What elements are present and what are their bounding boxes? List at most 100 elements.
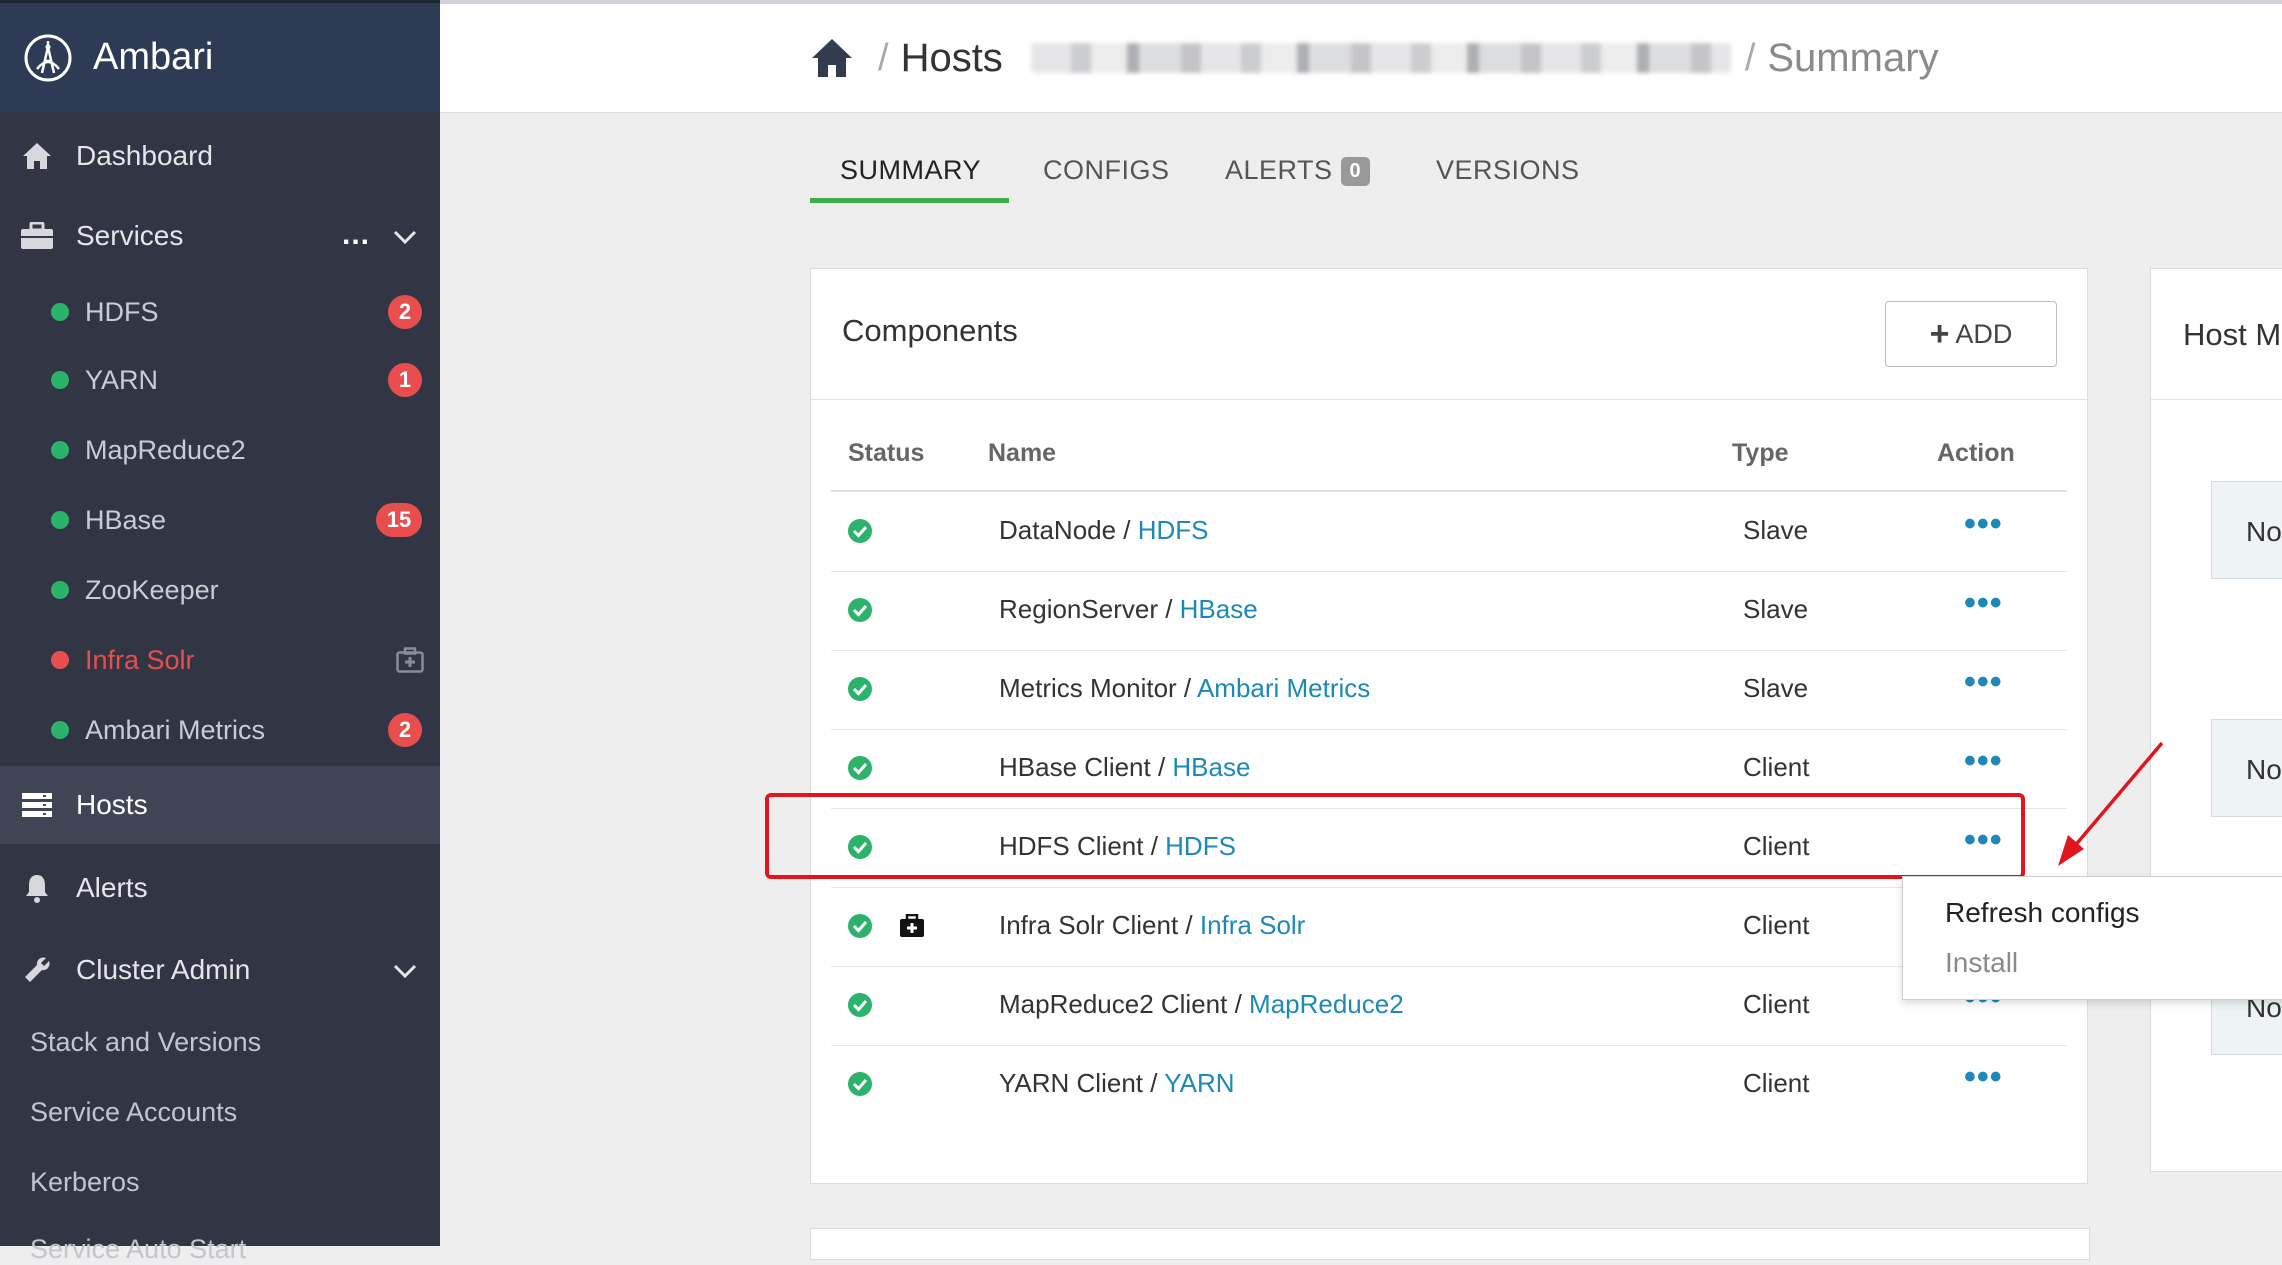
sidebar-item-label: Services <box>76 220 184 251</box>
component-type: Client <box>1743 989 1810 1019</box>
sidebar-item-stack-versions[interactable]: Stack and Versions <box>30 1027 261 1058</box>
chevron-down-icon[interactable] <box>392 958 418 984</box>
alert-badge[interactable]: 15 <box>376 503 422 537</box>
action-menu-icon[interactable]: ••• <box>1964 504 2003 544</box>
sidebar-item-label: Dashboard <box>76 140 213 171</box>
menu-item-install[interactable]: Install <box>1945 947 2018 979</box>
breadcrumb-hosts[interactable]: Hosts <box>901 36 1003 81</box>
action-menu-icon[interactable]: ••• <box>1964 1057 2003 1097</box>
sidebar-service-infra-solr[interactable]: Infra Solr <box>0 636 440 684</box>
component-type: Client <box>1743 910 1810 940</box>
tab-label: ALERTS <box>1225 155 1333 185</box>
tab-versions[interactable]: VERSIONS <box>1436 155 1580 186</box>
component-type: Slave <box>1743 515 1809 545</box>
component-name: MapReduce2 Client / MapReduce2 <box>999 989 1404 1019</box>
component-name: DataNode / HDFS <box>999 515 1209 545</box>
menu-item-refresh-configs[interactable]: Refresh configs <box>1945 897 2140 929</box>
sidebar-item-service-auto-start[interactable]: Service Auto Start <box>30 1234 246 1265</box>
breadcrumb-hostname-redacted[interactable] <box>1030 43 1731 73</box>
column-header-action: Action <box>1937 439 2015 467</box>
sidebar-service-mapreduce2[interactable]: MapReduce2 <box>0 426 440 474</box>
status-dot <box>51 371 69 389</box>
service-link[interactable]: MapReduce2 <box>1249 989 1404 1019</box>
service-label: YARN <box>85 364 159 395</box>
plus-icon: + <box>1929 315 1950 353</box>
sidebar-service-ambari-metrics[interactable]: Ambari Metrics 2 <box>0 706 440 754</box>
action-menu-icon[interactable]: ••• <box>1964 583 2003 623</box>
table-row: YARN Client / YARN Client ••• <box>831 1045 2067 1124</box>
component-name: Infra Solr Client / Infra Solr <box>999 910 1306 940</box>
tab-configs[interactable]: CONFIGS <box>1043 155 1170 186</box>
check-circle-icon <box>848 756 872 780</box>
service-label: MapReduce2 <box>85 434 246 465</box>
ambari-logo-icon <box>24 34 72 81</box>
maintenance-icon <box>396 647 424 673</box>
component-name: Metrics Monitor / Ambari Metrics <box>999 673 1371 703</box>
service-label: Infra Solr <box>85 644 195 675</box>
breadcrumb-separator: / <box>1744 36 1756 79</box>
active-tab-indicator <box>810 198 1009 203</box>
breadcrumb-current: Summary <box>1767 35 1939 80</box>
action-dropdown-menu: Refresh configs Install <box>1902 876 2282 1000</box>
service-link[interactable]: HBase <box>1180 594 1258 624</box>
page-header: / Hosts / Summary <box>440 4 2282 113</box>
sidebar-item-kerberos[interactable]: Kerberos <box>30 1167 140 1198</box>
next-panel <box>810 1228 2090 1260</box>
home-icon[interactable] <box>810 37 854 79</box>
table-row: RegionServer / HBase Slave ••• <box>831 571 2067 651</box>
service-link[interactable]: Ambari Metrics <box>1197 673 1370 703</box>
action-menu-icon[interactable]: ••• <box>1964 741 2003 781</box>
brand[interactable]: Ambari <box>0 0 440 112</box>
breadcrumb-separator: / <box>878 36 889 79</box>
panel-header-divider <box>2151 399 2282 400</box>
sidebar-item-service-accounts[interactable]: Service Accounts <box>30 1097 237 1128</box>
panel-title: Host M <box>2183 317 2282 352</box>
table-row: Infra Solr Client / Infra Solr Client <box>831 887 2067 967</box>
sidebar-item-cluster-admin[interactable]: Cluster Admin <box>0 942 440 998</box>
status-dot <box>51 651 69 669</box>
sidebar-service-zookeeper[interactable]: ZooKeeper <box>0 566 440 614</box>
service-link[interactable]: YARN <box>1164 1068 1234 1098</box>
sidebar-service-yarn[interactable]: YARN 1 <box>0 356 440 404</box>
service-label: HDFS <box>85 296 159 327</box>
service-label: ZooKeeper <box>85 574 219 605</box>
sidebar-item-hosts[interactable]: Hosts <box>0 766 440 844</box>
service-link[interactable]: HBase <box>1172 752 1250 782</box>
tab-alerts[interactable]: ALERTS 0 <box>1225 155 1371 186</box>
chevron-down-icon[interactable] <box>392 224 418 250</box>
add-component-button[interactable]: + ADD <box>1885 301 2057 367</box>
sidebar-item-label: Hosts <box>76 789 148 820</box>
sidebar: Ambari Dashboard Services ... HDFS 2 YAR… <box>0 0 440 1264</box>
add-label: ADD <box>1955 318 2013 349</box>
home-icon <box>20 139 54 173</box>
status-dot <box>51 511 69 529</box>
maintenance-icon <box>900 914 924 937</box>
server-icon <box>20 788 54 822</box>
sidebar-item-label: Cluster Admin <box>76 954 251 985</box>
sidebar-item-dashboard[interactable]: Dashboard <box>0 128 440 184</box>
status-dot <box>51 581 69 599</box>
sidebar-item-label: Alerts <box>76 872 148 903</box>
wrench-icon <box>20 953 54 987</box>
service-link[interactable]: Infra Solr <box>1200 910 1306 940</box>
no-data-box: No <box>2211 481 2282 579</box>
alert-badge[interactable]: 2 <box>388 295 422 329</box>
highlight-box <box>765 793 2025 879</box>
sidebar-item-services[interactable]: Services ... <box>0 208 440 264</box>
alert-badge[interactable]: 2 <box>388 713 422 747</box>
check-circle-icon <box>848 519 872 543</box>
service-link[interactable]: HDFS <box>1138 515 1209 545</box>
tab-summary[interactable]: SUMMARY <box>840 155 981 186</box>
component-type: Client <box>1743 1068 1810 1098</box>
alert-badge[interactable]: 1 <box>388 363 422 397</box>
sidebar-service-hbase[interactable]: HBase 15 <box>0 496 440 544</box>
component-name: HBase Client / HBase <box>999 752 1251 782</box>
components-panel: Components + ADD Status Name Type Action… <box>810 268 2088 1184</box>
table-row: Metrics Monitor / Ambari Metrics Slave •… <box>831 650 2067 730</box>
services-more-icon[interactable]: ... <box>342 220 370 250</box>
component-type: Slave <box>1743 673 1809 703</box>
panel-header: Components + ADD <box>811 269 2087 400</box>
sidebar-item-alerts[interactable]: Alerts <box>0 860 440 916</box>
sidebar-service-hdfs[interactable]: HDFS 2 <box>0 288 440 336</box>
action-menu-icon[interactable]: ••• <box>1964 662 2003 702</box>
